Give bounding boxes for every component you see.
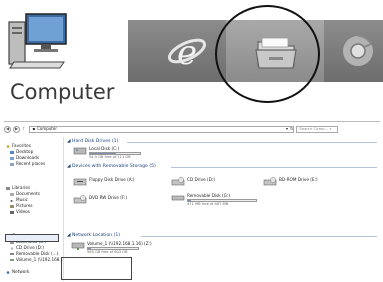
star-icon [6, 144, 10, 148]
taskbar-chrome-button[interactable] [328, 20, 383, 82]
drive-cd-d[interactable]: CD Drive (D:) [171, 177, 215, 186]
downloads-icon [10, 156, 14, 160]
forward-button[interactable]: ▶ [13, 125, 20, 133]
drive-label: Removable Disk (G:) [187, 193, 230, 198]
section-divider [171, 167, 377, 168]
usage-bar-fill [88, 248, 91, 250]
section-divider [127, 142, 377, 143]
drive-label: CD Drive (D:) [187, 177, 215, 182]
drive-floppy-a[interactable]: Floppy Disk Drive (A:) [73, 177, 135, 186]
back-button[interactable]: ◀ [4, 125, 11, 133]
explorer-toolbar: ◀ ▶ ↑ ▪ Computer ▾ ↻ Search Comp... ⌕ [4, 124, 380, 134]
sidebar-item-network[interactable]: Network [6, 269, 29, 275]
recent-places-icon [10, 162, 14, 166]
navigation-pane: Favorites Desktop Downloads Recent place… [4, 137, 64, 281]
drive-label: Volume_1 (\\192.168.1.16) (Z:) [87, 241, 152, 246]
dvd-drive-icon [73, 195, 87, 204]
computer-icon [8, 13, 67, 69]
section-removable-storage[interactable]: ◢ Devices with Removable Storage (5) [67, 164, 156, 170]
address-dropdown-icon[interactable]: ▾ [286, 126, 288, 132]
floppy-drive-icon [73, 178, 87, 186]
up-button[interactable]: ↑ [22, 126, 25, 132]
drive-label: DVD RW Drive (F:) [89, 195, 128, 200]
desktop-computer-shortcut[interactable]: Computer [0, 0, 128, 118]
sidebar-item-videos[interactable]: Videos [6, 209, 40, 215]
documents-icon [10, 192, 14, 196]
network-group: Network [6, 269, 29, 275]
drive-free-space: 565 GB free of 603 GB [87, 250, 128, 255]
network-drive-icon [10, 258, 14, 261]
hard-disk-icon [73, 147, 87, 155]
libraries-group: Libraries Documents Music Pictures Video… [6, 185, 40, 215]
usage-bar-fill [188, 200, 192, 202]
videos-icon [10, 210, 14, 214]
usage-bar-fill [90, 153, 116, 155]
drive-volume-1-z[interactable]: Volume_1 (\\192.168.1.16) (Z:) 565 GB fr… [71, 241, 152, 254]
taskbar-ie-button[interactable]: e [162, 20, 212, 82]
network-drive-icon [71, 242, 85, 250]
cd-drive-icon [171, 177, 185, 186]
section-divider [141, 236, 377, 237]
usb-drive-icon [171, 195, 185, 201]
desktop-icon [10, 150, 14, 154]
section-network-location[interactable]: ◢ Network Location (1) [67, 233, 120, 239]
music-icon [10, 199, 13, 202]
chrome-icon [343, 35, 373, 66]
bd-rom-drive-icon [263, 177, 277, 186]
cd-icon [10, 246, 14, 250]
sidebar-item-volume-1[interactable]: Volume_1 (\\192.168... [6, 257, 63, 263]
drive-label: BD-ROM Drive (E:) [279, 177, 318, 182]
drive-removable-g[interactable]: Removable Disk (G:) 471 MB free of 467 M… [171, 193, 257, 206]
network-icon [6, 270, 10, 274]
drive-local-disk-c[interactable]: Local Disk (C:) 54.5 GB free of 111 GB [73, 146, 141, 159]
pictures-icon [10, 204, 14, 208]
desktop-icon-label: Computer [10, 80, 115, 104]
drive-dvd-rw-f[interactable]: DVD RW Drive (F:) [73, 195, 127, 204]
breadcrumb[interactable]: Computer [37, 126, 57, 132]
drive-free-space: 54.5 GB free of 111 GB [89, 155, 131, 160]
drive-label: Local Disk (C:) [89, 146, 120, 151]
drive-free-space: 471 MB free of 467 MB [187, 202, 229, 207]
explorer-window: ◀ ▶ ↑ ▪ Computer ▾ ↻ Search Comp... ⌕ Fa… [4, 121, 380, 281]
drive-label: Floppy Disk Drive (A:) [89, 177, 135, 182]
computer-small-icon: ▪ [32, 125, 36, 131]
highlight-circle-annotation [215, 5, 320, 103]
usb-drive-icon [10, 252, 14, 255]
network-location-highlight-box [61, 257, 132, 280]
address-bar[interactable]: ▪ Computer ▾ ↻ [29, 125, 295, 133]
refresh-icon[interactable]: ↻ [290, 126, 293, 132]
drive-bd-rom-e[interactable]: BD-ROM Drive (E:) [263, 177, 318, 186]
sidebar-item-recent-places[interactable]: Recent places [6, 161, 45, 167]
section-hard-disk-drives[interactable]: ◢ Hard Disk Drives (1) [67, 139, 118, 145]
search-input[interactable]: Search Comp... ⌕ [296, 125, 339, 133]
library-icon [6, 186, 10, 190]
computer-highlight-box [5, 234, 59, 242]
ie-icon: e [167, 33, 207, 73]
favorites-group: Favorites Desktop Downloads Recent place… [6, 143, 45, 167]
